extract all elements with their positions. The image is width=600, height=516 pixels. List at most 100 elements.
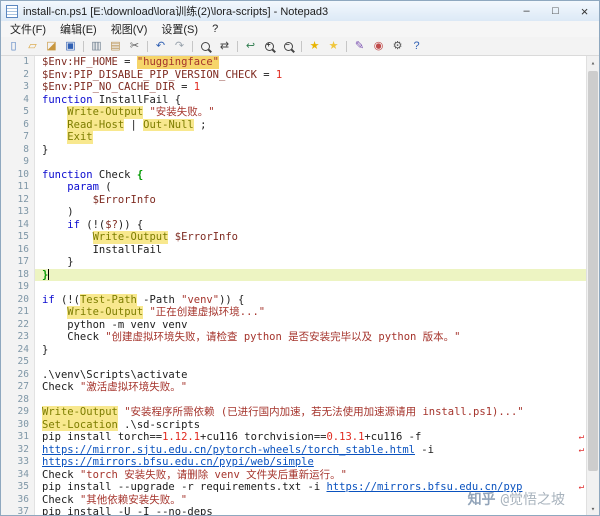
line-number: 27 (1, 381, 35, 394)
menu-file[interactable]: 文件(F) (3, 21, 53, 37)
find-button[interactable] (196, 38, 215, 54)
editor[interactable]: 1 $Env:HF_HOME = "huggingface" 2 $Env:PIP_D… (1, 56, 599, 515)
code-line[interactable]: 7 Exit (1, 131, 586, 144)
code-line[interactable]: 6 Read-Host | Out-Null ; (1, 118, 586, 131)
code-line[interactable]: 37 pip install -U -I --no-deps (1, 506, 586, 515)
line-number: 21 (1, 306, 35, 319)
code-line[interactable]: 1 $Env:HF_HOME = "huggingface" (1, 56, 586, 69)
code-line[interactable]: 10 function Check { (1, 168, 586, 181)
code-line[interactable]: 11 param ( (1, 181, 586, 194)
code-line[interactable]: 20 if (!(Test-Path -Path "venv")) { (1, 293, 586, 306)
line-number: 18 (1, 268, 35, 281)
notepad3-window: install-cn.ps1 [E:\download\lora训练(2)\lo… (0, 0, 600, 516)
line-number: 37 (1, 506, 35, 515)
code-text: ) (42, 206, 74, 218)
code-line[interactable]: 9 (1, 156, 586, 169)
code-line[interactable]: 33 https://mirrors.bfsu.edu.cn/pypi/web/s… (1, 456, 586, 469)
code-line[interactable]: 28 (1, 393, 586, 407)
scroll-down-icon[interactable]: ▾ (587, 502, 599, 515)
line-number: 8 (1, 143, 35, 156)
scrollbar-thumb[interactable] (588, 71, 598, 471)
caret (48, 269, 50, 281)
code-line[interactable]: 29 Write-Output "安装程序所需依赖 (已进行国内加速，若无法使用加… (1, 406, 586, 419)
code-line[interactable]: 19 (1, 281, 586, 294)
paste-button[interactable]: ▤ (106, 38, 125, 54)
zoom-out-button[interactable]: − (279, 38, 298, 54)
code-line[interactable]: 22 python -m venv venv (1, 318, 586, 331)
menu-help[interactable]: ? (205, 23, 225, 35)
minimize-button[interactable]: – (512, 1, 541, 21)
maximize-button[interactable]: □ (541, 1, 570, 21)
code-line[interactable]: 27 Check "激活虚拟环境失败。" (1, 381, 586, 394)
code-text: if (!($?)) { (67, 218, 144, 231)
line-number: 5 (1, 106, 35, 119)
code-line[interactable]: 35 pip install --upgrade -r requirements.… (1, 481, 586, 494)
code-line[interactable]: 14 if (!($?)) { (1, 218, 586, 231)
code-text: Read-Host | Out-Null ; (67, 118, 207, 131)
vertical-scrollbar[interactable]: ▴ ▾ (586, 56, 599, 515)
code-line[interactable]: 21 Write-Output "正在创建虚拟环境..." (1, 306, 586, 319)
code-line[interactable]: 30 Set-Location .\sd-scripts (1, 418, 586, 431)
code-line[interactable]: 36 Check "其他依赖安装失败。" (1, 493, 586, 506)
line-number: 28 (1, 393, 35, 406)
menu-settings[interactable]: 设置(S) (154, 21, 205, 37)
settings-button[interactable]: ⚙ (388, 38, 407, 54)
code-line[interactable]: 2 $Env:PIP_DISABLE_PIP_VERSION_CHECK = 1 (1, 68, 586, 81)
cut-button[interactable]: ✂ (125, 38, 144, 54)
pin-on-top-button[interactable]: ◉ (369, 38, 388, 54)
menu-edit[interactable]: 编辑(E) (53, 21, 104, 37)
line-number: 19 (1, 281, 35, 294)
save-button[interactable]: ▣ (61, 38, 80, 54)
about-button[interactable]: ? (407, 38, 426, 54)
scheme-config-button[interactable]: ✎ (350, 38, 369, 54)
menu-view[interactable]: 视图(V) (104, 21, 155, 37)
toolbar-separator (346, 40, 347, 52)
code-line[interactable]: 13 ) (1, 206, 586, 219)
code-line[interactable]: 24} (1, 343, 586, 356)
code-line[interactable]: 16 InstallFail (1, 243, 586, 256)
replace-button[interactable]: ⇄ (215, 38, 234, 54)
code-line[interactable]: 34 Check "torch 安装失败，请删除 venv 文件夹后重新运行。" (1, 468, 586, 481)
code-line[interactable]: 3 $Env:PIP_NO_CACHE_DIR = 1 (1, 81, 586, 94)
line-number: 36 (1, 493, 35, 506)
code-text: Check "创建虚拟环境失败，请检查 python 是否安装完毕以及 pyth… (42, 331, 461, 343)
line-number: 11 (1, 181, 35, 194)
code-line[interactable]: 18} (1, 268, 586, 281)
scroll-up-icon[interactable]: ▴ (587, 56, 599, 69)
new-file-button[interactable]: ▯ (4, 38, 23, 54)
code-line[interactable]: 32 https://mirror.sjtu.edu.cn/pytorch-whe… (1, 443, 586, 456)
redo-button[interactable]: ↷ (170, 38, 189, 54)
code-line[interactable]: 31 pip install torch== 1.12.1 +cu116 torchv… (1, 431, 586, 444)
word-wrap-button[interactable]: ↩ (241, 38, 260, 54)
code-text: param ( (67, 181, 112, 193)
code-line[interactable]: 4 function InstallFail { (1, 93, 586, 106)
code-line[interactable]: 25 (1, 356, 586, 369)
code-line[interactable]: 26 .\venv\Scripts\activate (1, 368, 586, 381)
line-number: 1 (1, 56, 35, 69)
code-line[interactable]: 12 $ErrorInfo (1, 193, 586, 206)
add-favorite-button[interactable]: ★ (305, 38, 324, 54)
open-file-button[interactable]: ▱ (23, 38, 42, 54)
line-wrap-icon: ↵ (578, 444, 584, 455)
line-number: 15 (1, 231, 35, 244)
copy-button[interactable]: ▥ (87, 38, 106, 54)
zoom-in-button[interactable]: + (260, 38, 279, 54)
line-number: 3 (1, 81, 35, 94)
undo-button[interactable]: ↶ (151, 38, 170, 54)
line-wrap-icon: ↵ (578, 482, 584, 492)
code-line[interactable]: 23 Check "创建虚拟环境失败，请检查 python 是否安装完毕以及 p… (1, 331, 586, 344)
close-button[interactable]: × (570, 1, 599, 21)
code-line[interactable]: 17 } (1, 256, 586, 269)
code-text: https://mirrors.bfsu.edu.cn/pypi/web/sim… (42, 456, 314, 468)
code-area: 1 $Env:HF_HOME = "huggingface" 2 $Env:PIP_D… (1, 56, 586, 515)
code-line[interactable]: 5 Write-Output "安装失败。" (1, 106, 586, 119)
code-text: pip install torch== 1.12.1 +cu116 torchvis… (42, 431, 584, 443)
code-line[interactable]: 8} (1, 143, 586, 156)
manage-favorites-button[interactable]: ★ (324, 38, 343, 54)
browse-files-button[interactable]: ◪ (42, 38, 61, 54)
code-line[interactable]: 15 Write-Output $ErrorInfo (1, 231, 586, 244)
line-number: 4 (1, 93, 35, 106)
code-text: Exit (67, 131, 93, 144)
